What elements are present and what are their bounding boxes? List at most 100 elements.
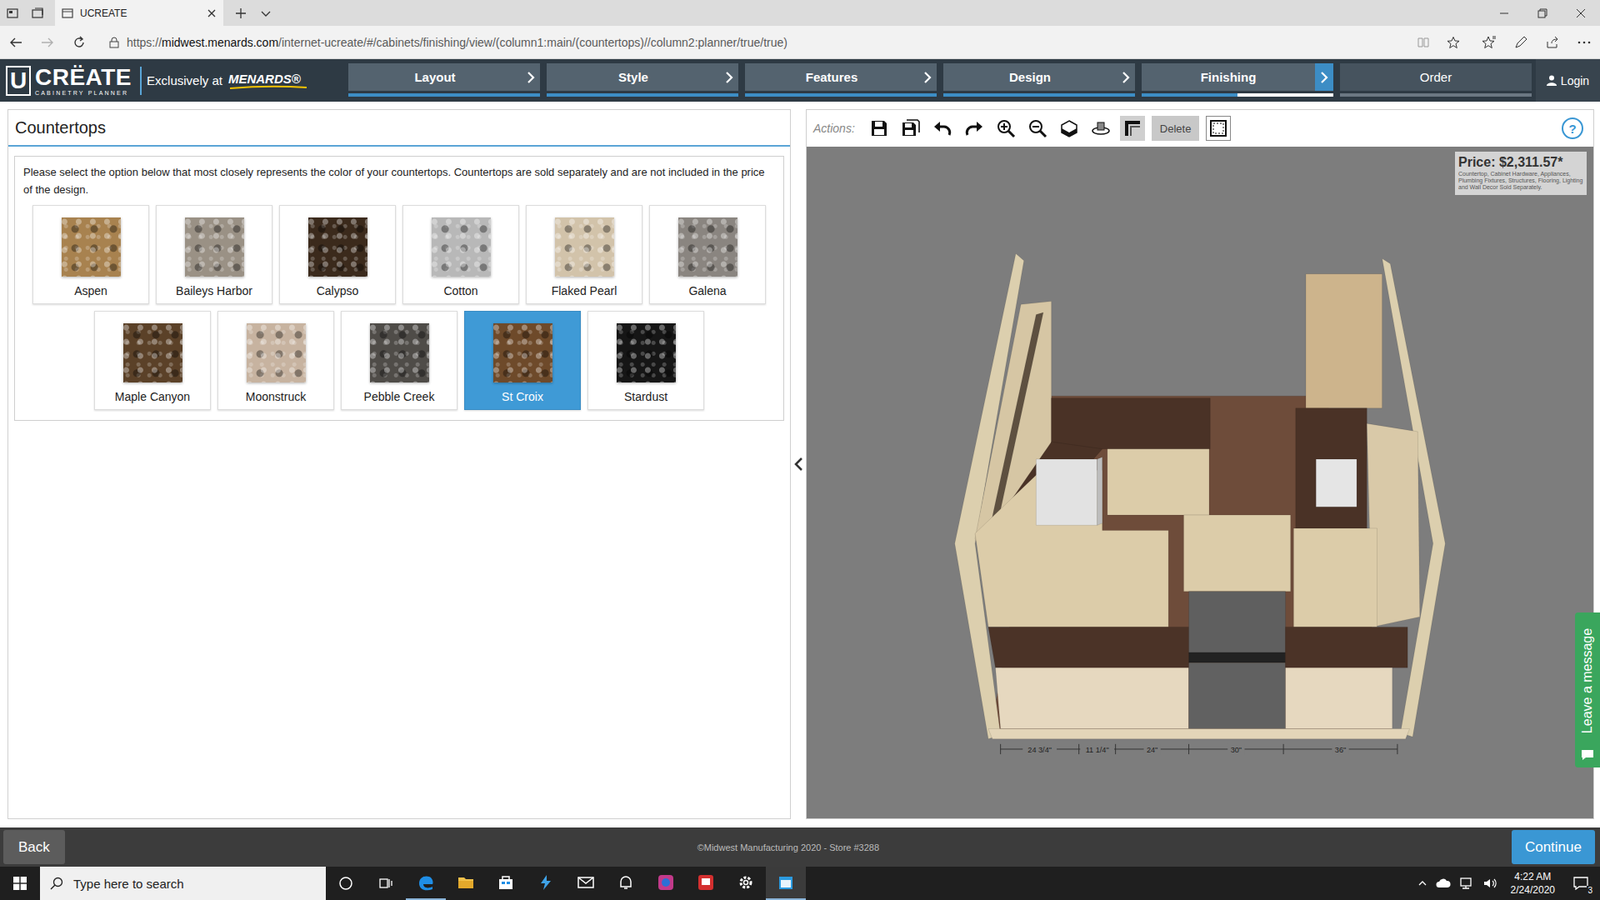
step-tab[interactable]: Style <box>546 59 739 102</box>
volume-icon[interactable] <box>1482 876 1498 890</box>
taskbar-app[interactable] <box>445 866 486 900</box>
rotate-icon <box>1090 118 1111 139</box>
restore-button[interactable] <box>1523 0 1562 26</box>
step-tab[interactable]: Order <box>1340 59 1532 102</box>
wall-tool-button[interactable] <box>1120 115 1145 141</box>
frame-button[interactable] <box>1205 115 1231 141</box>
help-button[interactable]: ? <box>1561 117 1584 140</box>
minimize-button[interactable] <box>1485 0 1524 26</box>
chevron-up-icon[interactable] <box>1417 878 1428 889</box>
refresh-button[interactable] <box>63 26 95 59</box>
browser-tab[interactable]: UCREATE <box>55 0 224 26</box>
taskbar-app[interactable] <box>725 866 766 900</box>
address-bar: https://midwest.menards.com/internet-ucr… <box>0 25 1600 60</box>
chevron-right-icon <box>725 71 734 84</box>
step-label: Layout <box>348 63 522 91</box>
taskbar-search[interactable]: Type here to search <box>40 866 326 900</box>
chevron-right-icon <box>1320 71 1329 84</box>
swatch-option[interactable]: Aspen <box>32 205 150 305</box>
step-label: Order <box>1340 63 1532 91</box>
swatch-option[interactable]: Flaked Pearl <box>525 205 643 305</box>
notes-button[interactable] <box>1505 26 1537 59</box>
ucreate-logo[interactable]: UCRËATECABINETRY PLANNERExclusively atME… <box>0 59 349 102</box>
step-tab[interactable]: Layout <box>348 59 540 102</box>
new-tab-icon[interactable] <box>234 6 248 20</box>
undo-icon <box>932 118 953 139</box>
view-3d-button[interactable] <box>1056 115 1082 141</box>
zoom-out-button[interactable] <box>1025 115 1050 141</box>
svg-text:24": 24" <box>1146 745 1158 755</box>
url-text: https://midwest.menards.com/internet-ucr… <box>126 35 788 50</box>
task-view-button[interactable] <box>365 866 406 900</box>
swatch-option[interactable]: Baileys Harbor <box>155 205 273 305</box>
swatch-label: Calypso <box>316 284 360 303</box>
more-button[interactable] <box>1568 26 1600 59</box>
collapse-chevron-icon[interactable] <box>793 456 804 472</box>
copyright-text: ©Midwest Manufacturing 2020 - Store #328… <box>697 842 880 853</box>
taskbar-app[interactable] <box>685 866 726 900</box>
swatch-image <box>185 217 245 277</box>
swatch-option[interactable]: Maple Canyon <box>94 310 211 410</box>
leave-message-tab[interactable]: Leave a message <box>1575 612 1600 768</box>
step-label: Finishing <box>1141 63 1315 91</box>
tab-actions-icon[interactable] <box>5 6 20 20</box>
zoom-in-icon <box>995 118 1016 139</box>
rotate-button[interactable] <box>1088 115 1114 141</box>
left-front-countertop <box>988 626 1190 668</box>
cortana-button[interactable] <box>325 866 366 900</box>
star-icon[interactable] <box>1446 35 1460 50</box>
save-as-button[interactable] <box>898 115 924 141</box>
tabs-aside-icon[interactable] <box>30 6 45 20</box>
swatch-option[interactable]: Moonstruck <box>217 310 335 410</box>
reading-view-icon[interactable] <box>1416 35 1430 50</box>
dimension-tick <box>1115 744 1116 755</box>
start-button[interactable] <box>0 866 40 900</box>
step-tab[interactable]: Finishing <box>1141 59 1334 102</box>
swatch-option[interactable]: St Croix <box>464 310 581 410</box>
save-button[interactable] <box>866 115 892 141</box>
taskbar-app[interactable] <box>645 866 686 900</box>
back-nav-button[interactable] <box>0 26 32 59</box>
taskbar-app[interactable] <box>565 866 606 900</box>
taskbar-app[interactable] <box>485 866 526 900</box>
continue-button[interactable]: Continue <box>1511 830 1595 865</box>
url-field[interactable]: https://midwest.menards.com/internet-ucr… <box>100 30 1469 55</box>
clock[interactable]: 4:22 AM2/24/2020 <box>1505 870 1560 897</box>
cloud-icon[interactable] <box>1435 877 1451 890</box>
favorites-button[interactable] <box>1473 26 1505 59</box>
desktop: UCREATE https://midwest.menards.com/inter… <box>0 0 1600 900</box>
network-icon[interactable] <box>1459 876 1475 890</box>
swatch-label: Moonstruck <box>245 390 306 409</box>
swatch-label: Baileys Harbor <box>175 284 253 303</box>
tab-list-icon[interactable] <box>259 6 273 20</box>
swatch-option[interactable]: Stardust <box>587 310 705 410</box>
step-tab[interactable]: Features <box>745 59 937 102</box>
redo-button[interactable] <box>961 115 987 141</box>
login-button[interactable]: Login <box>1535 59 1600 102</box>
close-button[interactable] <box>1561 0 1600 26</box>
taskbar-app[interactable] <box>525 866 566 900</box>
swatch-option[interactable]: Calypso <box>279 205 396 305</box>
close-tab-icon[interactable] <box>206 8 217 19</box>
swatch-image <box>431 217 491 277</box>
minimize-icon <box>1499 8 1510 19</box>
step-progress <box>745 93 937 97</box>
time-text: 4:22 AM <box>1514 870 1551 884</box>
taskbar-app[interactable] <box>605 866 646 900</box>
step-tab[interactable]: Design <box>943 59 1135 102</box>
action-center-button[interactable]: 3 <box>1568 876 1594 890</box>
pen-icon <box>1513 35 1529 50</box>
taskbar-app[interactable] <box>405 866 446 900</box>
swatch-label: Pebble Creek <box>364 390 435 409</box>
swatch-option[interactable]: Cotton <box>402 205 520 305</box>
back-button[interactable]: Back <box>3 830 65 865</box>
zoom-in-button[interactable] <box>993 115 1019 141</box>
forward-nav-button[interactable] <box>31 26 64 59</box>
undo-button[interactable] <box>930 115 955 141</box>
swatch-option[interactable]: Galena <box>649 205 766 305</box>
delete-button[interactable]: Delete <box>1151 115 1200 141</box>
taskbar-app[interactable] <box>765 866 806 900</box>
swatch-option[interactable]: Pebble Creek <box>340 310 458 410</box>
design-canvas[interactable]: 24 3/4"11 1/4"24"30"36"Price: $2,311.57*… <box>806 146 1594 819</box>
share-button[interactable] <box>1536 26 1569 59</box>
